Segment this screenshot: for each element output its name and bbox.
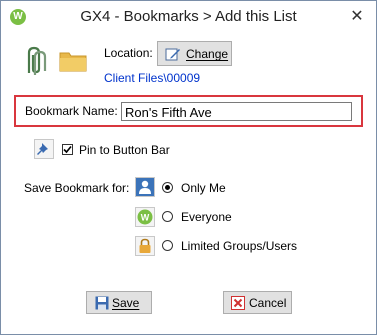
radio-everyone[interactable]: [162, 211, 173, 222]
pin-checkbox[interactable]: [62, 144, 73, 155]
globe-logo-icon: W: [137, 209, 153, 225]
cancel-button-label: Cancel: [249, 296, 287, 310]
option-everyone-icon-box: W: [135, 207, 155, 227]
folder-icon: [59, 49, 87, 73]
svg-text:W: W: [141, 213, 150, 223]
option-only-me-label: Only Me: [181, 181, 226, 195]
bookmark-name-input[interactable]: Ron's Fifth Ave: [121, 102, 352, 121]
radio-limited[interactable]: [162, 240, 173, 251]
location-path: Client Files\00009: [104, 71, 201, 85]
change-location-button[interactable]: Change: [157, 41, 232, 66]
option-only-me-icon-box: [135, 177, 155, 197]
pin-icon: [37, 143, 48, 155]
location-label: Location:: [104, 46, 153, 60]
bookmark-name-value: Ron's Fifth Ave: [125, 105, 212, 120]
paperclip-icon: [23, 45, 47, 77]
option-limited-icon-box: [135, 236, 155, 256]
save-button-label: Save: [112, 296, 140, 310]
option-everyone-label: Everyone: [181, 210, 232, 224]
checkmark-icon: [63, 145, 72, 154]
cancel-x-icon: [231, 296, 245, 310]
pin-label: Pin to Button Bar: [79, 143, 170, 157]
cancel-button[interactable]: Cancel: [223, 291, 292, 314]
radio-only-me[interactable]: [162, 182, 173, 193]
option-limited-label: Limited Groups/Users: [181, 239, 298, 253]
change-button-label: Change: [186, 47, 229, 61]
window-title: GX4 - Bookmarks > Add this List: [80, 8, 297, 25]
save-button[interactable]: Save: [86, 291, 152, 314]
user-icon: [136, 178, 154, 196]
pin-icon-box: [34, 139, 54, 159]
lock-icon: [139, 238, 151, 253]
dialog-window: GX4 - Bookmarks > Add this List ✕ Locati…: [0, 0, 377, 335]
bookmark-name-label: Bookmark Name:: [25, 104, 118, 118]
edit-icon: [165, 46, 181, 62]
save-disk-icon: [95, 296, 109, 310]
title-bar: GX4 - Bookmarks > Add this List ✕: [1, 1, 376, 33]
close-button[interactable]: ✕: [346, 7, 368, 27]
save-for-label: Save Bookmark for:: [24, 181, 130, 195]
